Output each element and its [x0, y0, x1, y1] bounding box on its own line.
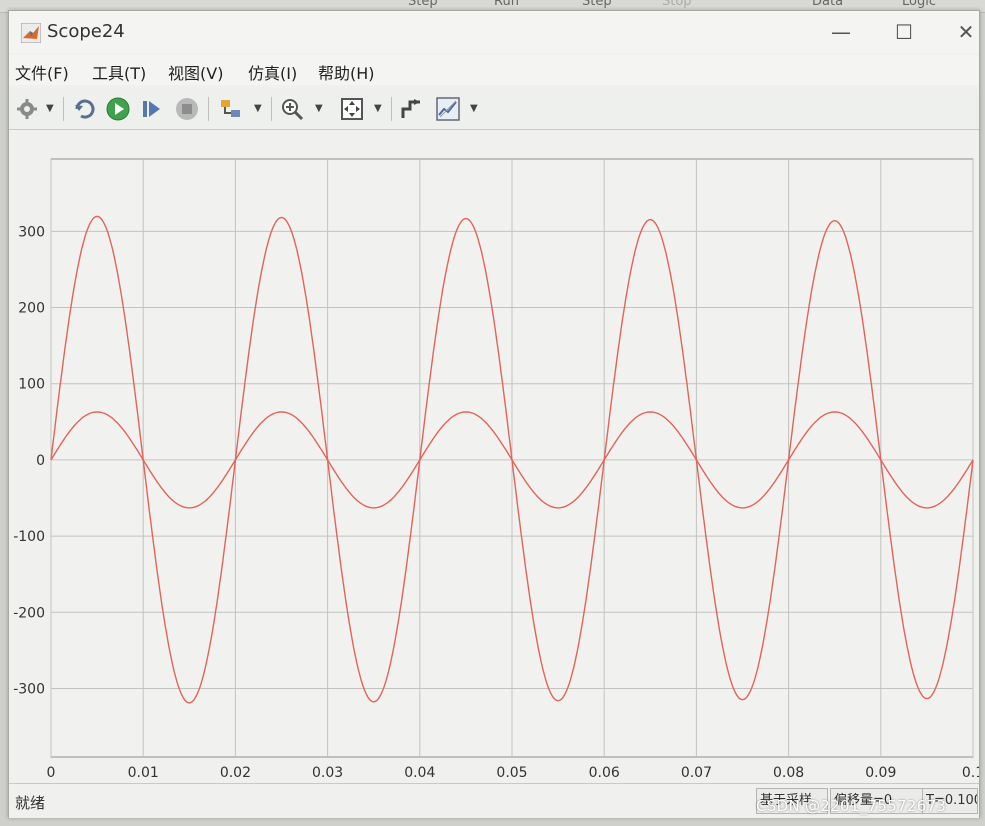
autoscale-dropdown-icon[interactable]: ▼: [374, 103, 382, 114]
settings-dropdown-icon[interactable]: ▼: [46, 103, 54, 114]
menu-simulation[interactable]: 仿真(I): [248, 60, 297, 84]
bg-label-stop: Stop: [662, 0, 692, 9]
status-text: 就绪: [15, 794, 46, 812]
toolbar: ▼ ▼ ▼ ▼ ▼: [9, 89, 979, 130]
scope-chart[interactable]: 0 0.01 0.02 0.03 0.04 0.05 0.06 0.07 0.08 0.09 0.1…: [9, 131, 979, 781]
bg-label-step: Step: [408, 0, 438, 9]
maximize-button[interactable]: ☐: [884, 19, 924, 45]
x-tick-label: 0.04: [404, 765, 435, 781]
y-tick-label: 100: [18, 377, 45, 393]
x-tick-label: 0.01: [128, 765, 159, 781]
y-tick-label: -300: [13, 681, 45, 697]
restore-icon[interactable]: [73, 97, 97, 121]
step-forward-icon[interactable]: [140, 97, 164, 121]
y-tick-label: 300: [18, 224, 45, 240]
window-title: Scope24: [47, 21, 125, 42]
bg-label-data: Data: [812, 0, 844, 9]
matlab-app-icon: [21, 23, 41, 43]
gear-icon[interactable]: [15, 97, 39, 121]
statistics-dropdown-icon[interactable]: ▼: [470, 103, 478, 114]
plot-area[interactable]: 0 0.01 0.02 0.03 0.04 0.05 0.06 0.07 0.08 0.09 0.1…: [9, 131, 979, 781]
x-tick-label: 0.02: [220, 765, 251, 781]
close-button[interactable]: ✕: [954, 19, 978, 45]
signal-statistics-icon[interactable]: [436, 97, 460, 121]
bg-label-step-2: Step: [582, 0, 612, 9]
toolbar-separator: [208, 97, 209, 121]
scope-window: Scope24 — ☐ ✕ 文件(F) 工具(T) 视图(V) 仿真(I) 帮助…: [8, 10, 980, 818]
menu-view[interactable]: 视图(V): [168, 60, 223, 84]
y-tick-label: 0: [36, 453, 45, 469]
menu-bar: 文件(F) 工具(T) 视图(V) 仿真(I) 帮助(H): [9, 55, 979, 85]
cursor-measure-icon[interactable]: [400, 97, 424, 121]
toolbar-separator: [391, 97, 392, 121]
menu-help[interactable]: 帮助(H): [318, 60, 375, 84]
x-tick-label: 0.08: [773, 765, 804, 781]
run-icon[interactable]: [106, 97, 130, 121]
bg-label-run: Run: [494, 0, 519, 9]
x-tick-label: 0: [47, 765, 56, 781]
menu-tools[interactable]: 工具(T): [92, 60, 146, 84]
x-tick-label: 0.07: [681, 765, 712, 781]
x-tick-label: 0.1: [962, 765, 979, 781]
highlight-icon[interactable]: [219, 97, 243, 121]
x-tick-label: 0.03: [312, 765, 343, 781]
x-tick-label: 0.06: [589, 765, 620, 781]
zoom-dropdown-icon[interactable]: ▼: [315, 103, 323, 114]
autoscale-icon[interactable]: [340, 97, 364, 121]
watermark: CSDN @2201_75572673: [756, 797, 947, 815]
zoom-in-icon[interactable]: [280, 97, 304, 121]
toolbar-separator: [63, 97, 64, 121]
y-tick-label: -200: [13, 605, 45, 621]
x-tick-label: 0.05: [496, 765, 527, 781]
highlight-dropdown-icon[interactable]: ▼: [254, 103, 262, 114]
title-bar[interactable]: Scope24 — ☐ ✕: [9, 11, 979, 53]
y-tick-label: 200: [18, 301, 45, 317]
toolbar-separator: [271, 97, 272, 121]
bg-label-logic: Logic: [902, 0, 936, 9]
menu-file[interactable]: 文件(F): [15, 60, 69, 84]
y-tick-label: -100: [13, 529, 45, 545]
stop-icon[interactable]: [175, 97, 199, 121]
minimize-button[interactable]: —: [821, 19, 861, 45]
x-tick-label: 0.09: [865, 765, 896, 781]
